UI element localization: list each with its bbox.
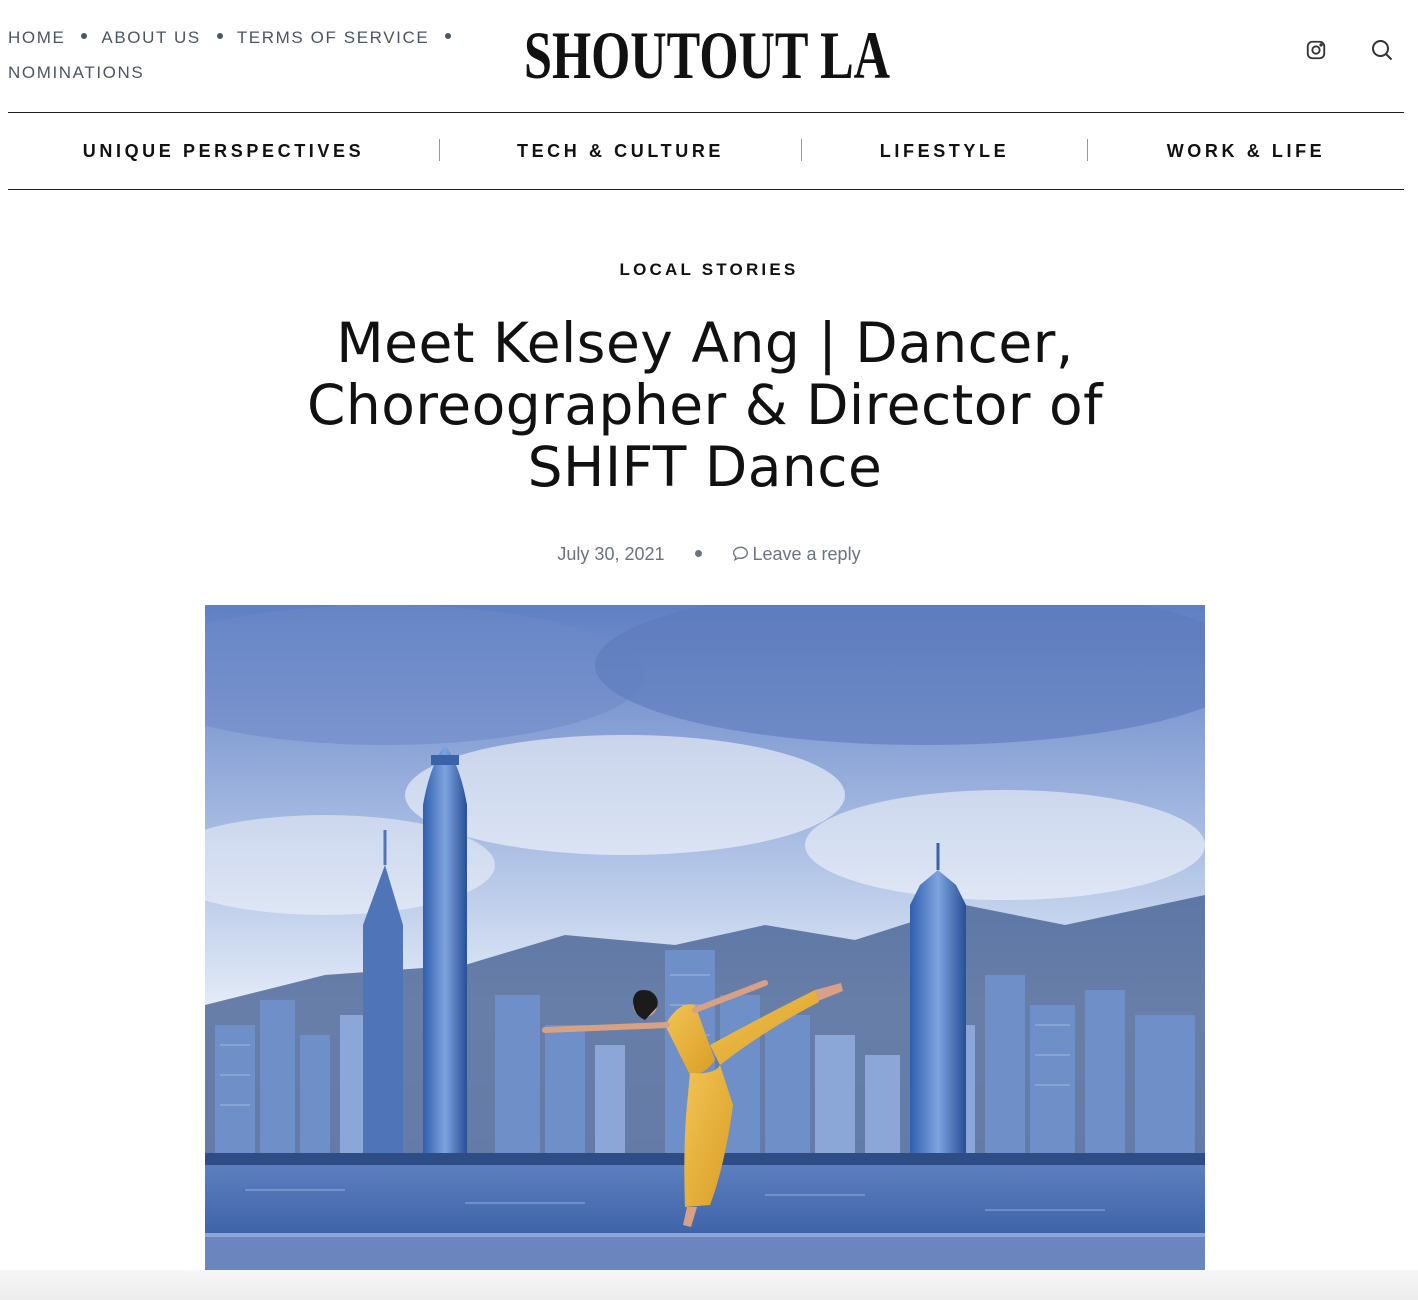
hero-image xyxy=(205,605,1205,1271)
top-nav-about-us[interactable]: ABOUT US xyxy=(101,28,200,47)
top-nav-home[interactable]: HOME xyxy=(8,28,65,47)
top-nav-terms-of-service[interactable]: TERMS OF SERVICE xyxy=(237,28,429,47)
leave-reply-label: Leave a reply xyxy=(752,544,861,564)
category-nav: UNIQUE PERSPECTIVES TECH & CULTURE LIFES… xyxy=(8,113,1404,189)
category-unique-perspectives[interactable]: UNIQUE PERSPECTIVES xyxy=(8,113,439,189)
nav-separator-dot xyxy=(445,32,452,39)
nav-separator-dot xyxy=(216,32,223,39)
top-nav: HOME ABOUT US TERMS OF SERVICE NOMINATIONS xyxy=(8,20,478,90)
site-logo-text: SHOUTOUT LA xyxy=(524,17,890,86)
category-work-life[interactable]: WORK & LIFE xyxy=(1088,113,1404,189)
nav-separator-dot xyxy=(81,32,88,39)
top-nav-nominations[interactable]: NOMINATIONS xyxy=(8,63,144,82)
meta-separator-dot xyxy=(694,549,702,557)
search-icon[interactable] xyxy=(1368,36,1396,64)
leave-reply-link[interactable]: Leave a reply xyxy=(732,544,861,564)
site-logo[interactable]: SHOUTOUT LA xyxy=(522,16,892,86)
article-title: Meet Kelsey Ang | Dancer, Choreographer … xyxy=(306,311,1104,499)
article-category[interactable]: LOCAL STORIES xyxy=(0,260,1418,280)
viewport-bottom-edge xyxy=(0,1270,1418,1300)
article-meta: July 30, 2021 Leave a reply xyxy=(0,544,1418,565)
instagram-icon[interactable] xyxy=(1302,36,1330,64)
comment-icon xyxy=(732,546,748,561)
category-lifestyle[interactable]: LIFESTYLE xyxy=(802,113,1087,189)
category-tech-culture[interactable]: TECH & CULTURE xyxy=(440,113,801,189)
header-divider-bottom xyxy=(8,189,1404,190)
article-date[interactable]: July 30, 2021 xyxy=(557,544,664,564)
